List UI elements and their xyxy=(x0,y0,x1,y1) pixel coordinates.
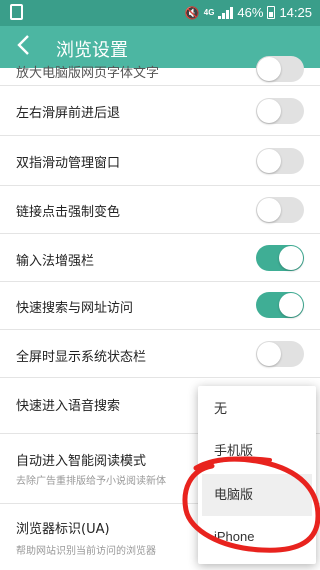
settings-row-label: 双指滑动管理窗口 xyxy=(16,156,121,171)
ua-option-mobile[interactable]: 手机版 xyxy=(198,430,316,472)
ua-option-none[interactable]: 无 xyxy=(198,388,316,430)
settings-row-two-finger[interactable]: 双指滑动管理窗口 xyxy=(0,136,320,186)
signal-icon xyxy=(218,6,234,19)
settings-row-quick-search[interactable]: 快速搜索与网址访问 xyxy=(0,282,320,330)
settings-row-ime-bar[interactable]: 输入法增强栏 xyxy=(0,234,320,282)
battery-icon xyxy=(267,6,276,19)
settings-row-subtitle: 去除广告重排版给予小说阅读新体 xyxy=(16,476,166,487)
settings-row-status-bar[interactable]: 全屏时显示系统状态栏 xyxy=(0,330,320,378)
status-indicators: 🔇 4G 46% 14:25 xyxy=(185,5,312,20)
settings-row-label: 链接点击强制变色 xyxy=(16,205,121,220)
settings-row-label: 输入法增强栏 xyxy=(16,254,95,269)
mute-icon: 🔇 xyxy=(184,5,200,20)
settings-row-swipe-nav[interactable]: 左右滑屏前进后退 xyxy=(0,86,320,136)
back-arrow-icon xyxy=(17,35,29,55)
settings-row-link-color[interactable]: 链接点击强制变色 xyxy=(0,186,320,234)
quick-search-toggle[interactable] xyxy=(256,292,304,318)
status-bar: 🔇 4G 46% 14:25 xyxy=(0,0,320,26)
settings-row-label: 快速搜索与网址访问 xyxy=(16,301,134,316)
settings-row-subtitle: 帮助网站识别当前访问的浏览器 xyxy=(16,546,156,557)
back-button[interactable] xyxy=(16,34,40,60)
page-title: 浏览设置 xyxy=(56,40,128,61)
clock: 14:25 xyxy=(279,5,312,20)
ime-bar-toggle[interactable] xyxy=(256,245,304,271)
settings-row-label: 左右滑屏前进后退 xyxy=(16,106,121,121)
settings-toggle[interactable] xyxy=(256,56,304,82)
settings-row-partial[interactable]: 放大电脑版网页字体文字 xyxy=(0,56,320,86)
swipe-nav-toggle[interactable] xyxy=(256,98,304,124)
ua-dropdown-menu: 无 手机版 电脑版 iPhone xyxy=(198,386,316,564)
battery-percent: 46% xyxy=(237,5,264,20)
link-color-toggle[interactable] xyxy=(256,197,304,223)
settings-row-label: 自动进入智能阅读模式 xyxy=(16,454,147,469)
two-finger-toggle[interactable] xyxy=(256,148,304,174)
notification-icon xyxy=(10,4,23,20)
settings-row-label: 放大电脑版网页字体文字 xyxy=(16,66,160,81)
settings-row-label: 浏览器标识(UA) xyxy=(16,522,110,537)
network-type: 4G xyxy=(203,7,215,17)
ua-option-iphone[interactable]: iPhone xyxy=(198,516,316,558)
ua-option-desktop[interactable]: 电脑版 xyxy=(202,474,312,516)
settings-row-label: 快速进入语音搜索 xyxy=(16,399,121,414)
settings-row-label: 全屏时显示系统状态栏 xyxy=(16,350,147,365)
status-bar-toggle[interactable] xyxy=(256,341,304,367)
